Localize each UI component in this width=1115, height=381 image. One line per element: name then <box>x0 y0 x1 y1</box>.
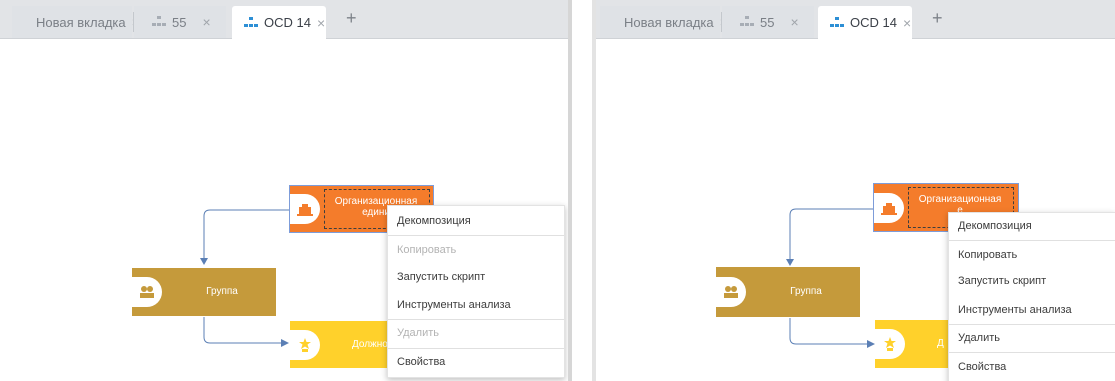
org-chart-icon <box>740 16 754 28</box>
node-title: Организационная <box>918 194 1002 205</box>
node-title: Группа <box>790 286 822 297</box>
left-panel: Новая вкладка × 55 × OCD 14 × + <box>0 0 568 381</box>
menu-item-copy[interactable]: Копировать <box>949 244 1115 266</box>
tab-55[interactable]: 55 × <box>134 6 226 38</box>
tab-55[interactable]: 55 × <box>722 6 814 38</box>
tab-bar: Новая вкладка × 55 × OCD 14 × + <box>0 0 568 39</box>
tab-label: 55 <box>172 14 187 30</box>
right-panel: Новая вкладка × 55 × OCD 14 × + <box>596 0 1115 381</box>
building-icon <box>874 192 904 223</box>
org-chart-icon <box>244 16 258 29</box>
close-icon[interactable]: × <box>903 15 911 31</box>
menu-item-run-script[interactable]: Запустить скрипт <box>949 270 1115 292</box>
node-title: Д <box>937 338 944 349</box>
close-icon[interactable]: × <box>202 14 210 30</box>
tab-bar: Новая вкладка × 55 × OCD 14 × + <box>596 0 1115 39</box>
tab-label: OCD 14 <box>850 15 897 30</box>
close-icon[interactable]: × <box>790 14 798 30</box>
tab-label: 55 <box>760 14 775 30</box>
gutter <box>572 0 592 381</box>
person-star-icon <box>290 329 320 360</box>
new-tab-button[interactable]: + <box>932 8 943 29</box>
menu-item-delete[interactable]: Удалить <box>949 327 1115 349</box>
org-chart-icon <box>830 16 844 29</box>
tab-label: OCD 14 <box>264 15 311 30</box>
menu-item-copy: Копировать <box>397 244 457 256</box>
tab-ocd14[interactable]: OCD 14 × <box>818 6 912 39</box>
menu-item-run-script[interactable]: Запустить скрипт <box>388 266 564 288</box>
tab-new[interactable]: Новая вкладка × <box>600 6 728 38</box>
tab-label: Новая вкладка <box>624 14 714 30</box>
node-title: Группа <box>206 286 238 297</box>
tab-label: Новая вкладка <box>36 14 126 30</box>
diagram-canvas[interactable]: Организационная едини Группа Должно Деко… <box>0 39 568 381</box>
org-chart-icon <box>152 16 166 28</box>
menu-item-decompose[interactable]: Декомпозиция <box>388 210 564 232</box>
close-icon[interactable]: × <box>317 15 325 31</box>
person-star-icon <box>875 329 905 359</box>
tab-new[interactable]: Новая вкладка × <box>12 6 140 38</box>
context-menu: Декомпозиция Копировать Запустить скрипт… <box>387 205 565 378</box>
menu-item-decompose[interactable]: Декомпозиция <box>949 215 1115 237</box>
group-icon <box>716 277 746 307</box>
menu-item-properties[interactable]: Свойства <box>388 351 564 373</box>
tab-ocd14[interactable]: OCD 14 × <box>232 6 326 39</box>
node-title: Должно <box>352 339 388 350</box>
menu-item-analysis-tools[interactable]: Инструменты анализа <box>388 294 564 316</box>
menu-item-delete: Удалить <box>397 327 439 339</box>
building-icon <box>290 194 320 224</box>
menu-item-analysis-tools[interactable]: Инструменты анализа <box>949 299 1115 321</box>
new-tab-button[interactable]: + <box>346 8 357 29</box>
menu-item-properties[interactable]: Свойства <box>949 356 1115 378</box>
group-node[interactable]: Группа <box>716 267 860 317</box>
group-icon <box>132 277 162 307</box>
group-node[interactable]: Группа <box>132 268 276 316</box>
diagram-canvas[interactable]: Организационная е Группа Д Декомпозиция … <box>596 39 1115 381</box>
position-node[interactable]: Д <box>875 320 955 368</box>
context-menu: Декомпозиция Копировать Запустить скрипт… <box>948 212 1115 381</box>
position-node[interactable]: Должно <box>290 321 390 368</box>
